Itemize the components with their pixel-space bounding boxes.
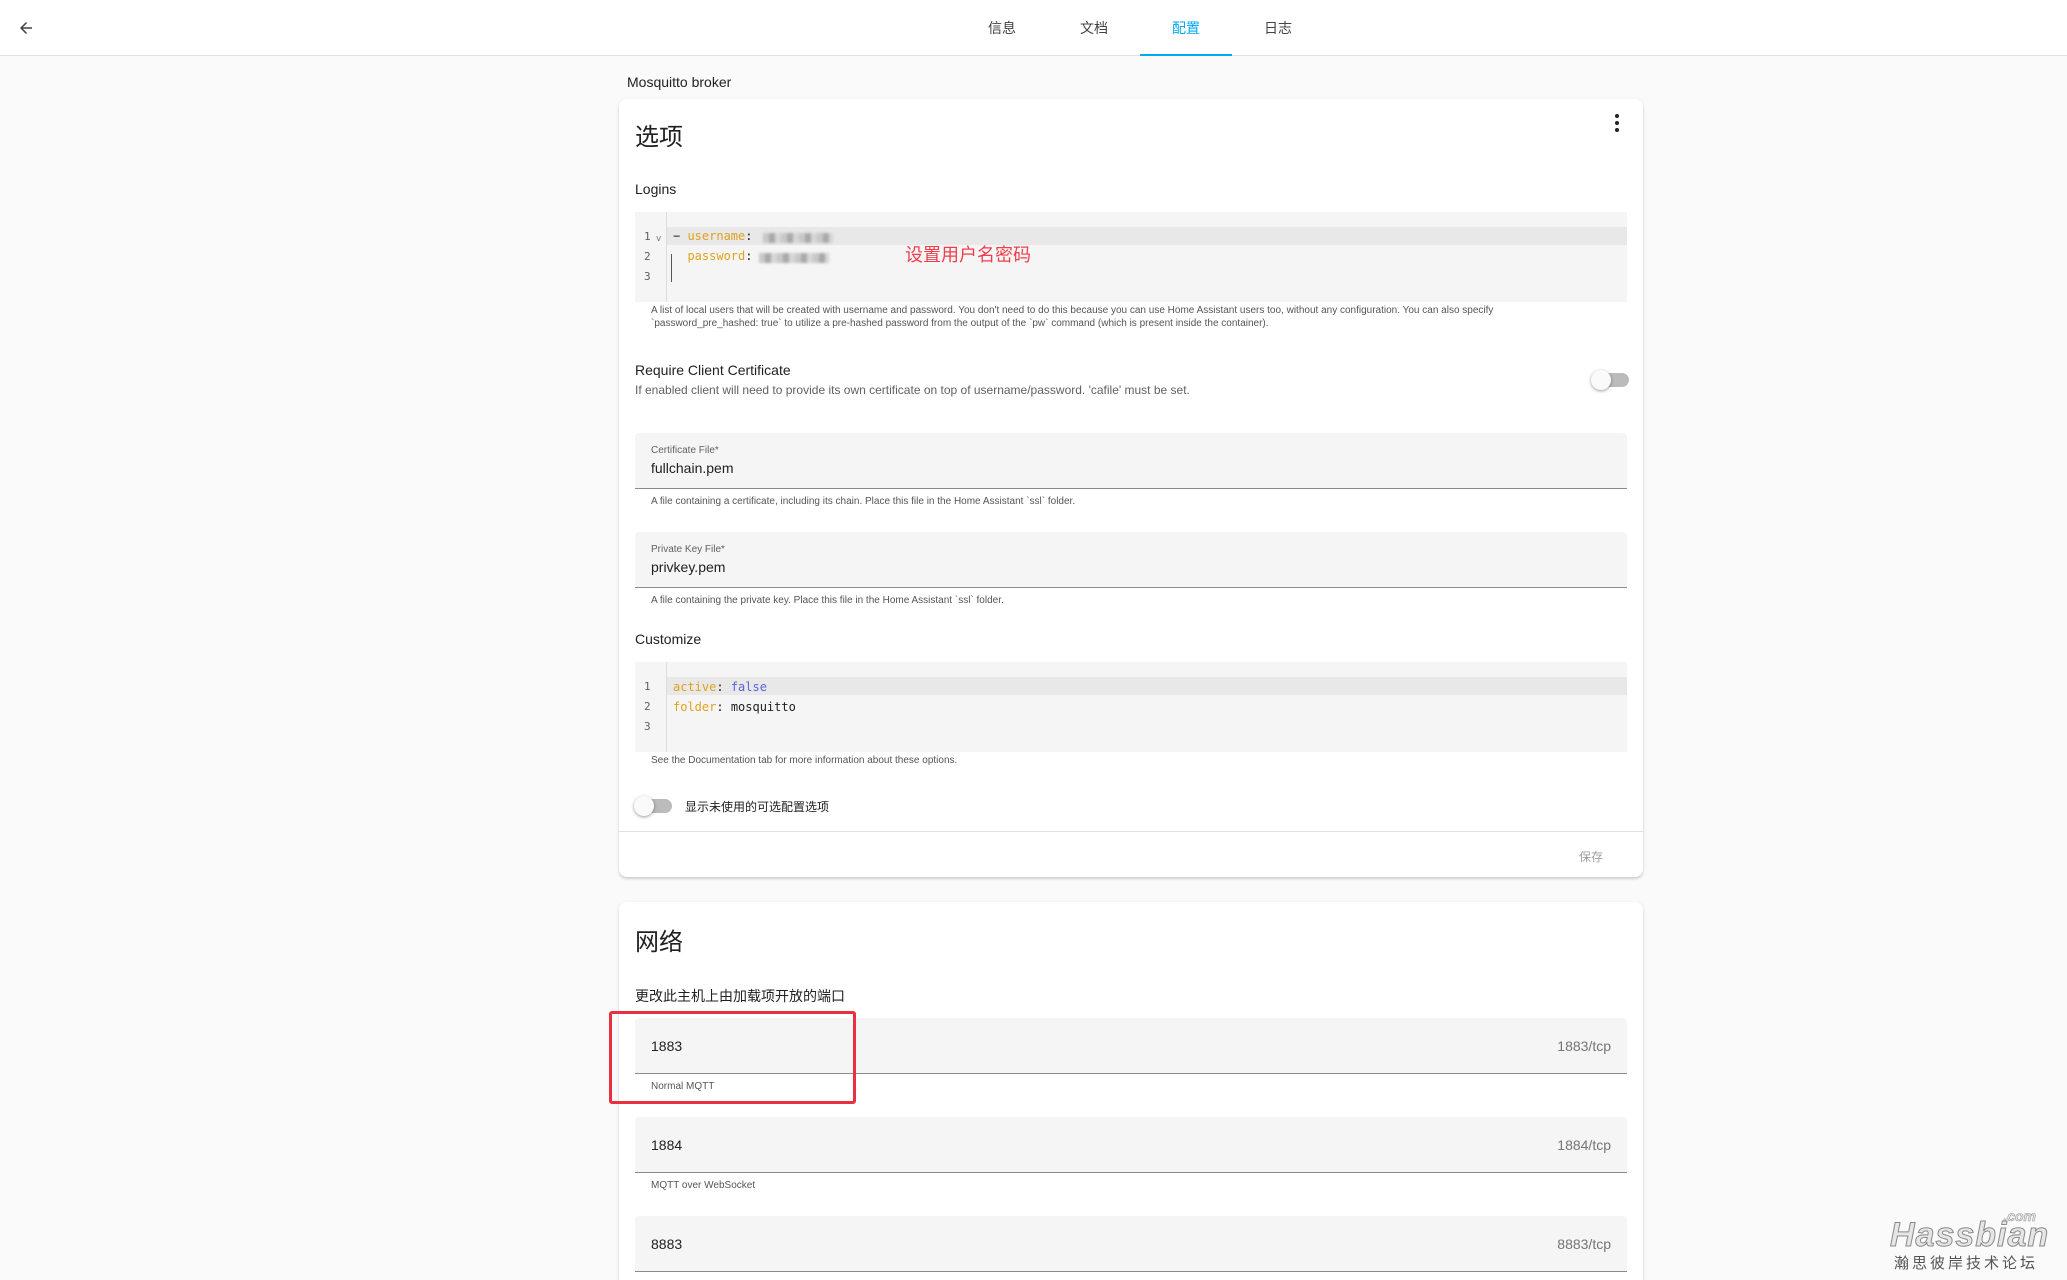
editor-gutter: 1 2 3 [635,662,667,752]
fold-marker-icon[interactable]: v [656,234,661,244]
private-key-helper: A file containing the private key. Place… [651,595,1004,606]
line-number: 1 [644,680,651,693]
require-cert-toggle[interactable] [1591,370,1629,390]
port-value: 8883 [651,1236,683,1252]
customize-label: Customize [635,631,702,647]
line-number: 1 [644,230,651,243]
more-vert-icon[interactable] [1607,113,1627,133]
customize-helper: See the Documentation tab for more infor… [651,755,958,766]
logins-label: Logins [635,181,677,197]
back-arrow-icon[interactable] [12,14,40,42]
line-number: 3 [644,270,651,283]
card-actions-divider [619,831,1643,832]
code-line: active: false [673,680,767,694]
redacted-password [759,253,829,263]
tab-info[interactable]: 信息 [956,0,1048,56]
port-field-8883[interactable]: 8883 8883/tcp [635,1216,1627,1272]
active-line-highlight [667,677,1627,695]
line-number: 2 [644,250,651,263]
port-value: 1884 [651,1137,683,1153]
tab-documentation[interactable]: 文档 [1048,0,1140,56]
editor-gutter: 1 2 3 v [635,212,667,302]
port-field-1884[interactable]: 1884 1884/tcp [635,1117,1627,1173]
tab-configuration[interactable]: 配置 [1140,0,1232,56]
redacted-username [763,233,833,243]
network-description: 更改此主机上由加载项开放的端口 [635,988,845,1004]
indent-guide [671,254,672,282]
port-suffix: 8883/tcp [1557,1236,1611,1252]
port-suffix: 1884/tcp [1557,1137,1611,1153]
customize-yaml-editor[interactable]: 1 2 3 active: false folder: mosquitto [635,662,1627,752]
hassbian-watermark-logo: .com Hassbian 瀚思彼岸技术论坛 [1889,1208,2050,1272]
private-key-value: privkey.pem [651,559,726,575]
port-suffix: 1883/tcp [1557,1038,1611,1054]
line-number: 2 [644,700,651,713]
tab-log[interactable]: 日志 [1232,0,1324,56]
code-line: password: [687,249,753,263]
addon-name: Mosquitto broker [627,74,732,90]
options-card: 选项 Logins 1 2 3 v − username: password: … [619,99,1643,877]
tab-bar: 信息 文档 配置 日志 [956,0,1324,56]
logins-yaml-editor[interactable]: 1 2 3 v − username: password: [635,212,1627,302]
save-button[interactable]: 保存 [1579,848,1603,865]
certificate-file-helper: A file containing a certificate, includi… [651,496,1076,507]
show-unused-toggle[interactable] [634,796,672,816]
port-helper: MQTT over WebSocket [651,1180,756,1191]
annotation-set-credentials: 设置用户名密码 [905,245,1031,265]
show-unused-label: 显示未使用的可选配置选项 [685,800,830,814]
logins-helper-text: A list of local users that will be creat… [651,305,1494,329]
code-line: − username: [673,229,753,243]
private-key-label: Private Key File* [651,544,725,555]
certificate-file-field[interactable]: Certificate File* fullchain.pem [635,433,1627,489]
top-app-bar: 信息 文档 配置 日志 [0,0,2067,56]
require-cert-description: If enabled client will need to provide i… [635,383,1190,397]
code-line: folder: mosquitto [673,700,796,714]
options-title: 选项 [635,124,683,151]
certificate-file-value: fullchain.pem [651,460,734,476]
private-key-field[interactable]: Private Key File* privkey.pem [635,532,1627,588]
line-number: 3 [644,720,651,733]
highlight-box [609,1011,856,1104]
network-title: 网络 [635,929,683,956]
certificate-file-label: Certificate File* [651,445,719,456]
require-cert-title: Require Client Certificate [635,362,791,378]
